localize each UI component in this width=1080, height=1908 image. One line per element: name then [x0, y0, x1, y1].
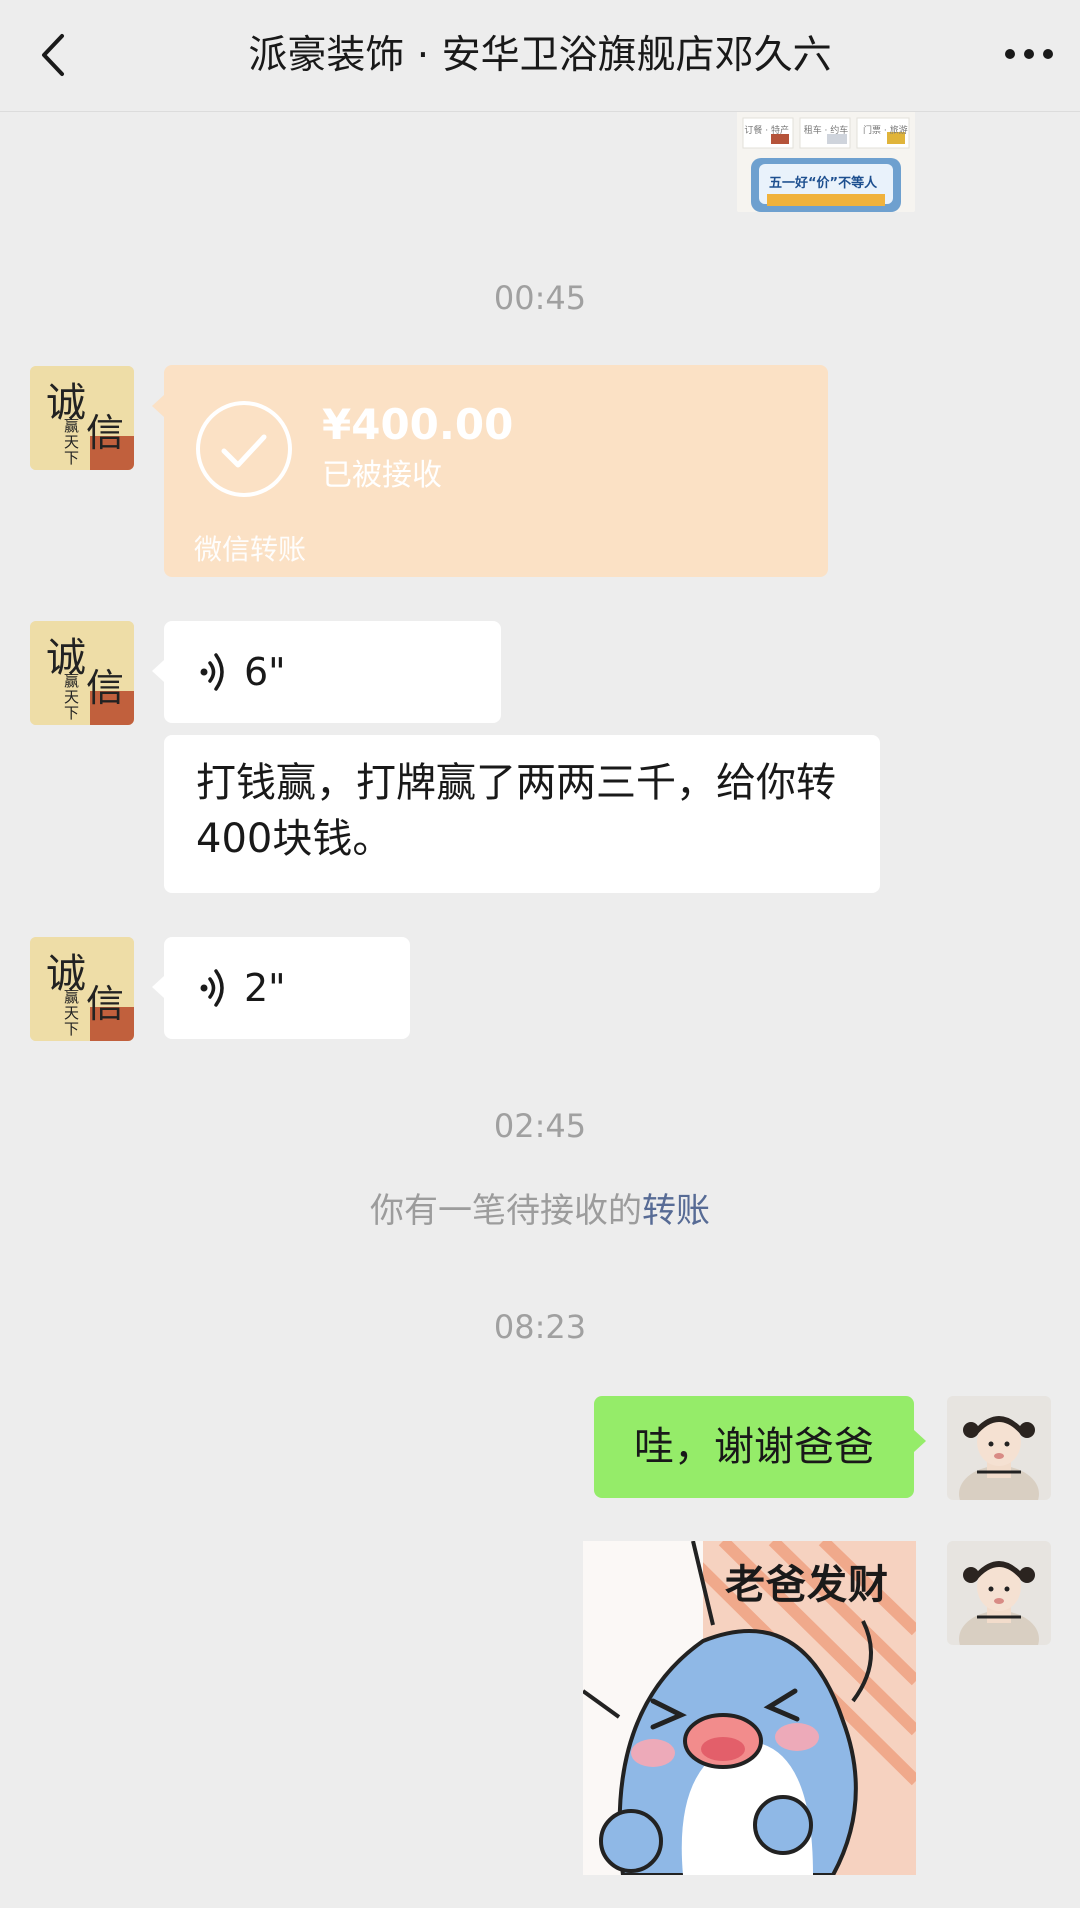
nav-bar: 派豪装饰 · 安华卫浴旗舰店邓久六: [0, 0, 1080, 112]
promo-tab: 租车 · 约车: [803, 126, 849, 136]
more-button[interactable]: [1000, 34, 1058, 74]
my-avatar[interactable]: [947, 1541, 1051, 1645]
contact-avatar[interactable]: 诚 信 赢天下: [30, 621, 134, 725]
more-dots-icon: [1005, 49, 1053, 59]
my-text-message-content: 哇，谢谢爸爸: [634, 1424, 874, 1470]
avatar-char: 信: [86, 982, 125, 1026]
voice-message[interactable]: 6": [164, 621, 501, 723]
voice-wave-icon: [200, 653, 224, 691]
system-notice-text: 你有一笔待接收的: [370, 1191, 642, 1231]
transfer-link[interactable]: 转账: [642, 1191, 710, 1231]
promo-tab: 订餐 · 特产: [744, 126, 789, 136]
chevron-left-icon: [42, 34, 64, 76]
back-button[interactable]: [30, 26, 78, 84]
avatar-small-text: 赢天下: [64, 672, 80, 722]
timestamp: 08:23: [493, 1308, 587, 1346]
voice-duration: 2": [244, 966, 286, 1010]
timestamp: 00:45: [493, 279, 587, 317]
promo-tabs: 订餐 · 特产 租车 · 约车 门票 · 旅游: [737, 123, 915, 136]
voice-message[interactable]: 2": [164, 937, 410, 1039]
timestamp: 02:45: [493, 1107, 587, 1145]
voice-duration: 6": [244, 650, 286, 694]
avatar-char: 信: [86, 411, 125, 455]
text-message[interactable]: 打钱赢，打牌赢了两两三千，给你转400块钱。: [164, 735, 880, 893]
contact-avatar[interactable]: 诚 信 赢天下: [30, 937, 134, 1041]
promo-caption: 五一好“价”不等人: [769, 176, 878, 191]
avatar-char: 信: [86, 666, 125, 710]
avatar-small-text: 赢天下: [64, 988, 80, 1038]
check-circle-icon: [196, 401, 292, 497]
transfer-status: 已被接收: [322, 458, 442, 493]
my-text-message[interactable]: 哇，谢谢爸爸: [594, 1396, 926, 1498]
previous-image-message[interactable]: 订餐 · 特产 租车 · 约车 门票 · 旅游 五一好“价”不等人: [737, 108, 915, 212]
transfer-amount: ¥400.00: [322, 400, 514, 449]
contact-avatar[interactable]: 诚 信 赢天下: [30, 366, 134, 470]
system-notice: 你有一笔待接收的转账: [0, 1188, 1080, 1234]
sticker-caption: 老爸发财: [725, 1562, 889, 1608]
transfer-card[interactable]: ¥400.00 已被接收 微信转账: [152, 365, 828, 577]
voice-wave-icon: [200, 969, 224, 1007]
my-avatar[interactable]: [947, 1396, 1051, 1500]
avatar-small-text: 赢天下: [64, 417, 80, 467]
promo-tab: 门票 · 旅游: [863, 126, 908, 136]
chat-title: 派豪装饰 · 安华卫浴旗舰店邓久六: [248, 33, 832, 78]
transfer-label: 微信转账: [194, 533, 307, 566]
